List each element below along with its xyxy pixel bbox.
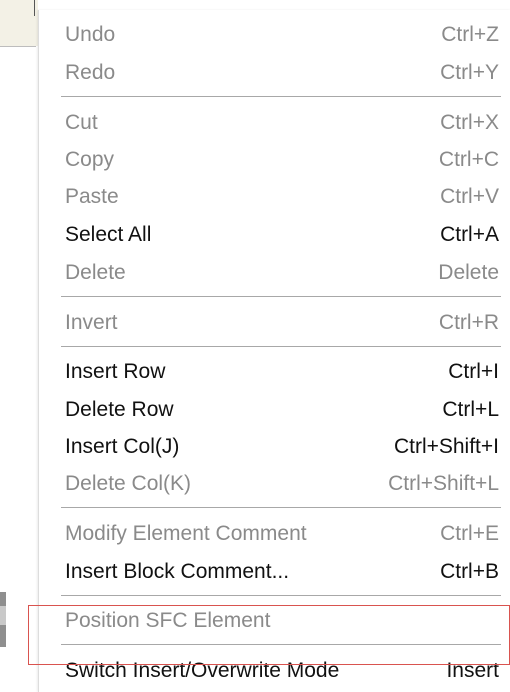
menu-item-label: Delete xyxy=(65,261,126,284)
menu-item-shortcut: Ctrl+E xyxy=(440,522,499,545)
menu-item-label: Delete Row xyxy=(65,398,174,421)
background-window-edge xyxy=(0,606,6,625)
menu-item-shortcut: Ctrl+X xyxy=(440,111,499,134)
menu-item-shortcut: Ctrl+A xyxy=(440,223,499,246)
background-window-edge xyxy=(0,592,6,606)
menu-item-label: Paste xyxy=(65,185,119,208)
menu-item-shortcut: Ctrl+R xyxy=(438,311,499,334)
menu-item-select-all[interactable]: Select All Ctrl+A xyxy=(39,216,510,254)
menu-item-undo[interactable]: Undo Ctrl+Z xyxy=(39,16,510,54)
menu-item-shortcut: Ctrl+B xyxy=(440,560,499,583)
menu-item-shortcut: Ctrl+Shift+L xyxy=(388,472,499,495)
background-window xyxy=(0,0,38,46)
menu-item-cut[interactable]: Cut Ctrl+X xyxy=(39,104,510,142)
menu-separator xyxy=(61,296,501,297)
background-window-edge xyxy=(0,625,6,647)
text-cursor xyxy=(34,0,35,16)
menu-item-delete-col[interactable]: Delete Col(K) Ctrl+Shift+L xyxy=(39,465,510,503)
menu-item-shortcut: Ctrl+V xyxy=(440,185,499,208)
menu-item-paste[interactable]: Paste Ctrl+V xyxy=(39,178,510,216)
edit-context-menu: Undo Ctrl+Z Redo Ctrl+Y Cut Ctrl+X Copy … xyxy=(38,10,510,692)
menu-item-insert-block-comment[interactable]: Insert Block Comment... Ctrl+B xyxy=(39,553,510,591)
menu-item-label: Copy xyxy=(65,148,115,171)
menu-item-modify-element-comment[interactable]: Modify Element Comment Ctrl+E xyxy=(39,515,510,553)
menu-item-shortcut: Ctrl+Y xyxy=(440,61,499,84)
menu-separator xyxy=(61,96,501,97)
menu-item-shortcut: Ctrl+C xyxy=(438,148,499,171)
menu-item-label: Select All xyxy=(65,223,152,246)
menu-item-label: Delete Col(K) xyxy=(65,472,192,495)
menu-item-shortcut: Ctrl+Z xyxy=(441,23,499,46)
menu-item-invert[interactable]: Invert Ctrl+R xyxy=(39,304,510,342)
menu-item-shortcut: Ctrl+L xyxy=(442,398,499,421)
menu-item-shortcut: Delete xyxy=(438,261,499,284)
menu-separator xyxy=(61,507,501,508)
menu-separator xyxy=(61,595,501,596)
background-window-border xyxy=(0,46,36,47)
menu-item-shortcut: Ctrl+Shift+I xyxy=(393,435,499,458)
menu-item-redo[interactable]: Redo Ctrl+Y xyxy=(39,54,510,92)
menu-separator xyxy=(61,346,501,347)
menu-item-label: Invert xyxy=(65,311,118,334)
menu-item-label: Insert Block Comment... xyxy=(65,560,290,583)
menu-item-shortcut: Ctrl+I xyxy=(448,360,499,383)
menu-item-copy[interactable]: Copy Ctrl+C xyxy=(39,141,510,179)
menu-item-delete[interactable]: Delete Delete xyxy=(39,254,510,292)
menu-item-delete-row[interactable]: Delete Row Ctrl+L xyxy=(39,391,510,429)
menu-item-label: Cut xyxy=(65,111,98,134)
menu-item-insert-row[interactable]: Insert Row Ctrl+I xyxy=(39,353,510,391)
menu-item-label: Insert Col(J) xyxy=(65,435,180,458)
screen: Undo Ctrl+Z Redo Ctrl+Y Cut Ctrl+X Copy … xyxy=(0,0,510,692)
menu-item-label: Undo xyxy=(65,23,116,46)
menu-item-label: Redo xyxy=(65,61,116,84)
highlight-annotation xyxy=(28,605,510,665)
menu-item-insert-col[interactable]: Insert Col(J) Ctrl+Shift+I xyxy=(39,428,510,466)
menu-item-label: Modify Element Comment xyxy=(65,522,307,545)
menu-item-label: Insert Row xyxy=(65,360,166,383)
